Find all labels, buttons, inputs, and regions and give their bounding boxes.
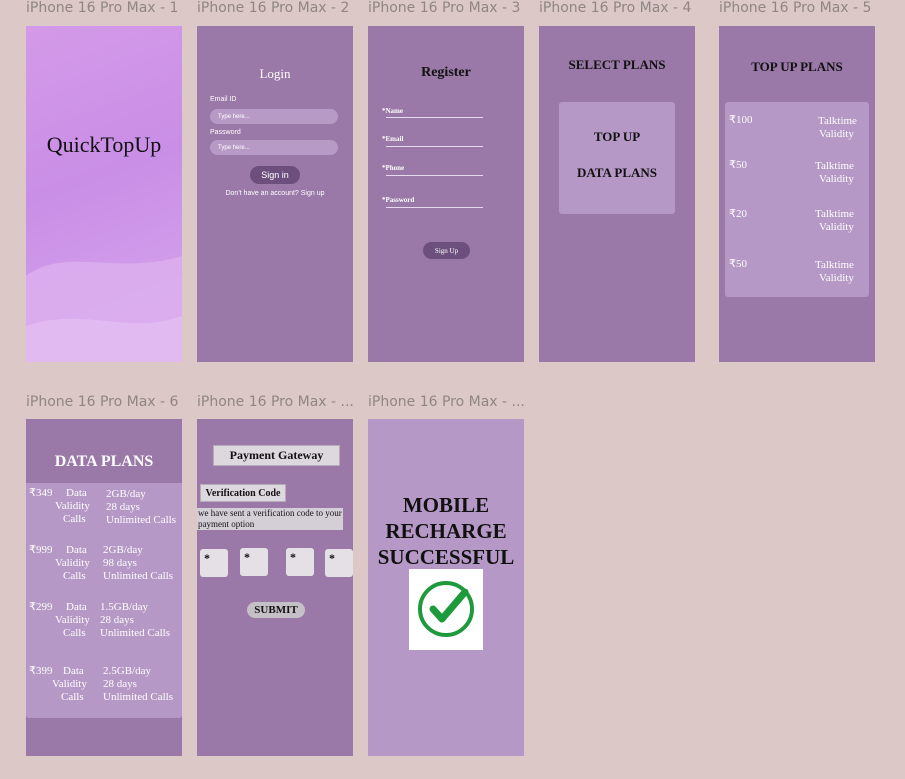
success-line-1: MOBILE	[402, 493, 490, 517]
data-plans-frame: DATA PLANS ₹349 Data Validity Calls 2GB/…	[26, 419, 182, 756]
plan-validity: Validity	[819, 221, 854, 233]
plan-options-panel: TOP UP DATA PLANS	[559, 102, 675, 214]
frame-label: iPhone 16 Pro Max - ...	[368, 394, 525, 410]
plan-key: Data	[63, 665, 84, 677]
payment-gateway-header: Payment Gateway	[213, 445, 340, 466]
password-placeholder: Type here...	[218, 144, 250, 151]
plan-value: Unlimited Calls	[106, 514, 176, 526]
otp-digit-input[interactable]: *	[240, 548, 268, 576]
plan-price: ₹50	[729, 258, 747, 270]
plan-value: Unlimited Calls	[100, 627, 170, 639]
email-label: Email ID	[210, 96, 237, 103]
verification-code-label: Verification Code	[200, 484, 286, 502]
top-up-plans-frame: TOP UP PLANS ₹100 Talktime Validity ₹50 …	[719, 26, 875, 362]
name-input[interactable]	[386, 117, 483, 118]
register-frame: Register *Name *Email *Phone *Password S…	[368, 26, 524, 362]
email-input[interactable]	[386, 146, 483, 147]
verification-message: we have sent a verification code to your…	[197, 508, 343, 530]
plan-price: ₹349	[29, 487, 53, 499]
signup-link[interactable]: Don't have an account? Sign up	[197, 190, 353, 197]
plan-key: Calls	[63, 570, 86, 582]
password-input[interactable]: Type here...	[210, 140, 338, 155]
frame-label: iPhone 16 Pro Max - 1	[26, 0, 179, 16]
frame-label: iPhone 16 Pro Max - 2	[197, 0, 350, 16]
plan-key: Validity	[55, 614, 90, 626]
plan-price: ₹20	[729, 208, 747, 220]
plan-key: Calls	[61, 691, 84, 703]
plan-talktime: Talktime	[815, 208, 854, 220]
splash-frame[interactable]: QuickTopUp	[26, 26, 182, 362]
plan-price: ₹999	[29, 544, 53, 556]
plan-key: Calls	[63, 513, 86, 525]
plan-value: 2.5GB/day	[103, 665, 151, 677]
plan-value: Unlimited Calls	[103, 691, 173, 703]
phone-input[interactable]	[386, 175, 483, 176]
frame-label: iPhone 16 Pro Max - 5	[719, 0, 872, 16]
plan-key: Calls	[63, 627, 86, 639]
frame-label: iPhone 16 Pro Max - 6	[26, 394, 179, 410]
plan-talktime: Talktime	[818, 115, 857, 127]
name-label: *Name	[382, 107, 403, 115]
email-input[interactable]: Type here...	[210, 109, 338, 124]
plan-value: 2GB/day	[103, 544, 143, 556]
top-up-option[interactable]: TOP UP	[559, 129, 675, 145]
frame-label: iPhone 16 Pro Max - ...	[197, 394, 354, 410]
plan-talktime: Talktime	[815, 160, 854, 172]
sign-in-button[interactable]: Sign in	[250, 166, 300, 184]
plan-key: Validity	[52, 678, 87, 690]
check-circle-icon	[409, 569, 483, 650]
password-input[interactable]	[386, 207, 483, 208]
email-placeholder: Type here...	[218, 113, 250, 120]
password-label: *Password	[382, 196, 415, 204]
plan-value: 1.5GB/day	[100, 601, 148, 613]
otp-digit-input[interactable]: *	[286, 548, 314, 576]
plan-key: Data	[66, 601, 87, 613]
plan-key: Validity	[55, 500, 90, 512]
plan-value: 28 days	[106, 501, 140, 513]
background-wave	[26, 256, 182, 362]
email-label: *Email	[382, 135, 404, 143]
plan-key: Validity	[55, 557, 90, 569]
plan-talktime: Talktime	[815, 259, 854, 271]
app-name: QuickTopUp	[46, 132, 162, 157]
plan-value: Unlimited Calls	[103, 570, 173, 582]
sign-up-button[interactable]: Sign Up	[423, 242, 470, 259]
plan-price: ₹100	[729, 114, 753, 126]
frame-label: iPhone 16 Pro Max - 3	[368, 0, 521, 16]
select-plans-frame: SELECT PLANS TOP UP DATA PLANS	[539, 26, 695, 362]
plan-key: Data	[66, 544, 87, 556]
plan-key: Data	[66, 487, 87, 499]
success-frame: MOBILE RECHARGE SUCCESSFUL	[368, 419, 524, 756]
plan-value: 2GB/day	[106, 488, 146, 500]
success-line-3: SUCCESSFUL	[377, 545, 515, 569]
otp-digit-input[interactable]: *	[200, 549, 228, 577]
payment-frame: Payment Gateway Verification Code we hav…	[197, 419, 353, 756]
plan-value: 28 days	[103, 678, 137, 690]
data-plans-title: DATA PLANS	[54, 453, 154, 470]
login-frame: Login Email ID Type here... Password Typ…	[197, 26, 353, 362]
success-line-2: RECHARGE	[385, 519, 507, 543]
submit-button[interactable]: SUBMIT	[247, 602, 305, 618]
phone-label: *Phone	[382, 164, 405, 172]
password-label: Password	[210, 129, 241, 136]
plan-price: ₹50	[729, 159, 747, 171]
plan-validity: Validity	[819, 173, 854, 185]
plan-validity: Validity	[819, 128, 854, 140]
plan-value: 28 days	[100, 614, 134, 626]
plan-price: ₹299	[29, 601, 53, 613]
plan-price: ₹399	[29, 665, 53, 677]
otp-digit-input[interactable]: *	[325, 549, 353, 577]
login-title: Login	[259, 66, 291, 81]
plan-value: 98 days	[103, 557, 137, 569]
select-plans-title: SELECT PLANS	[568, 57, 666, 72]
frame-label: iPhone 16 Pro Max - 4	[539, 0, 692, 16]
register-title: Register	[421, 65, 471, 80]
data-plans-option[interactable]: DATA PLANS	[559, 165, 675, 181]
plan-validity: Validity	[819, 272, 854, 284]
top-up-list: ₹100 Talktime Validity ₹50 Talktime Vali…	[725, 102, 869, 297]
top-up-plans-title: TOP UP PLANS	[751, 59, 843, 74]
